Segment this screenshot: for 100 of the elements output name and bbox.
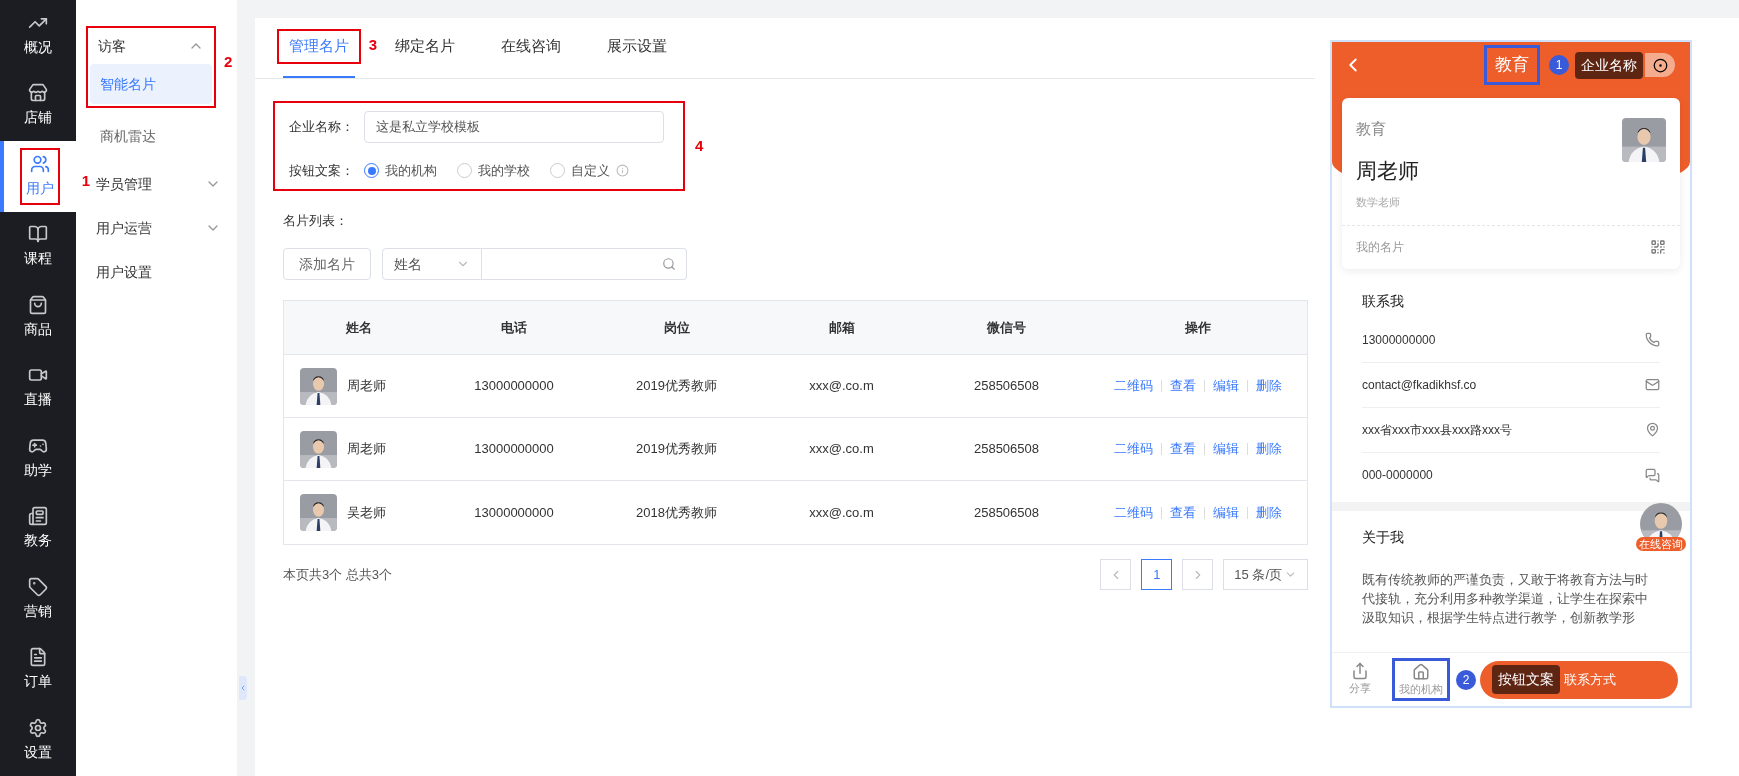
nav-rail-item[interactable]: 营销	[20, 572, 56, 626]
nav-icon	[28, 717, 48, 738]
action-link[interactable]: 查看	[1170, 376, 1196, 396]
nav-rail-item[interactable]: 课程	[20, 220, 56, 274]
tooltip: 按钮文案	[1492, 665, 1560, 694]
nav-icon	[28, 647, 48, 668]
table-cell-text: 周老师	[347, 377, 386, 396]
qr-code-icon	[1650, 239, 1666, 255]
column-header: 微信号	[987, 318, 1026, 337]
share-icon	[1351, 662, 1369, 681]
page-button[interactable]: 1	[1141, 559, 1173, 590]
action-link[interactable]: 查看	[1170, 502, 1196, 523]
table-cell-text: 13000000000	[474, 377, 554, 396]
menu-group[interactable]: 用户设置	[88, 256, 229, 288]
column-header: 岗位	[663, 318, 690, 337]
nav-rail-item[interactable]: 直播	[20, 361, 56, 415]
table-cell-text: 258506508	[973, 377, 1040, 396]
annotation-number: 3	[368, 36, 377, 53]
action-link[interactable]: 删除	[1256, 376, 1282, 396]
nav-icon	[28, 506, 48, 527]
table-cell-text: xxx@.co.m	[809, 377, 874, 396]
page-summary: 本页共3个 总共3个	[283, 565, 393, 584]
action-link[interactable]: 二维码	[1114, 502, 1153, 523]
nav-rail-item[interactable]: 概况	[20, 8, 56, 62]
field-label: 按钮文案：	[289, 162, 355, 180]
radio-option[interactable]: 自定义	[550, 161, 629, 181]
company-name: 教育	[1356, 119, 1387, 139]
nav-icon	[28, 576, 48, 597]
tab[interactable]: 在线咨询	[495, 17, 567, 78]
next-page-button[interactable]	[1182, 559, 1214, 590]
field-label: 企业名称：	[289, 118, 355, 137]
contact-text: 13000000000	[1362, 331, 1436, 349]
column-header: 电话	[501, 318, 527, 337]
previous-page-button[interactable]	[1100, 559, 1132, 590]
nav-icon	[28, 294, 48, 315]
contact-text: xxx省xxx市xxx县xxx路xxx号	[1362, 421, 1512, 439]
contact-text: contact@fkadikhsf.co	[1362, 376, 1477, 394]
nav-rail-item[interactable]: 助学	[20, 431, 56, 485]
add-card-button[interactable]: 添加名片	[283, 248, 371, 280]
radio-option[interactable]: 我的机构	[364, 161, 437, 181]
nav-icon	[28, 224, 48, 245]
company-name-field[interactable]: 这是私立学校模板	[364, 111, 664, 143]
filter-select[interactable]: 姓名	[382, 248, 482, 280]
contact-icon	[1645, 332, 1660, 347]
person-name: 周老师	[1356, 157, 1419, 184]
table-cell-text: 周老师	[347, 440, 386, 459]
tab[interactable]: 管理名片	[283, 17, 355, 78]
column-header: 操作	[1185, 318, 1211, 337]
action-link[interactable]: 二维码	[1114, 376, 1153, 396]
section-heading: 联系我	[1361, 291, 1405, 311]
action-link[interactable]: 二维码	[1114, 439, 1153, 459]
nav-rail-item[interactable]: 订单	[20, 643, 56, 697]
contact-text: 000-0000000	[1362, 467, 1433, 484]
table-cell-text: 258506508	[973, 503, 1040, 522]
tab[interactable]: 绑定名片	[389, 17, 461, 78]
page-size-select[interactable]: 15 条/页	[1223, 559, 1308, 590]
action-link[interactable]: 编辑	[1213, 376, 1239, 396]
action-link[interactable]: 编辑	[1213, 439, 1239, 459]
table-cell-text: xxx@.co.m	[809, 440, 874, 459]
annotation-number: 2	[224, 53, 233, 70]
action-link[interactable]: 删除	[1256, 439, 1282, 459]
job-title: 数学老师	[1356, 195, 1401, 210]
capsule-button[interactable]	[1645, 53, 1675, 77]
action-link[interactable]: 编辑	[1213, 502, 1239, 523]
tooltip: 企业名称	[1575, 51, 1643, 79]
nav-rail-item[interactable]: 店铺	[20, 79, 56, 133]
table-cell-text: 13000000000	[474, 503, 554, 522]
annotation-number: 2	[1456, 669, 1476, 690]
annotation-number: 4	[695, 135, 704, 156]
action-link[interactable]: 查看	[1170, 439, 1196, 459]
page-title: 教育	[1484, 45, 1540, 85]
radio-option[interactable]: 我的学校	[457, 161, 530, 181]
search-icon	[662, 257, 676, 271]
home-icon	[1412, 663, 1430, 682]
menu-item[interactable]: 智能名片	[90, 64, 212, 104]
table-cell-text: 258506508	[973, 440, 1040, 459]
nav-rail-item[interactable]: 设置	[20, 713, 56, 767]
about-text: 既有传统教师的严谨负责，又敢于将教育方法与时代接轨，充分利用多种教学渠道，让学生在探索中汲取知识，根据学生特点进行教学，创新教学形	[1362, 571, 1649, 627]
column-header: 邮箱	[828, 318, 855, 337]
menu-group[interactable]: 用户运营	[88, 212, 229, 244]
tab[interactable]: 展示设置	[601, 17, 673, 78]
menu-item[interactable]: 商机雷达	[88, 116, 208, 156]
annotation-number: 1	[81, 172, 90, 189]
target-icon	[1652, 57, 1668, 73]
table-cell-text: 吴老师	[347, 503, 386, 522]
table-cell-text: 2019优秀教师	[636, 377, 717, 396]
menu-group[interactable]: 访客	[90, 30, 212, 62]
nav-rail-item[interactable]: 教务	[20, 502, 56, 556]
section-label: 名片列表：	[283, 211, 349, 230]
table-cell-text: 2018优秀教师	[636, 503, 717, 522]
action-link[interactable]: 删除	[1256, 502, 1282, 523]
collapse-handle[interactable]	[239, 676, 247, 700]
table-cell-text: xxx@.co.m	[809, 503, 874, 522]
search-field[interactable]	[482, 248, 687, 280]
nav-icon	[30, 153, 50, 174]
nav-rail-item[interactable]: 商品	[20, 290, 56, 344]
contact-icon	[1645, 377, 1660, 392]
nav-icon	[28, 83, 48, 104]
table-cell-text: 2019优秀教师	[636, 440, 717, 459]
chevron-left-icon	[239, 684, 247, 692]
